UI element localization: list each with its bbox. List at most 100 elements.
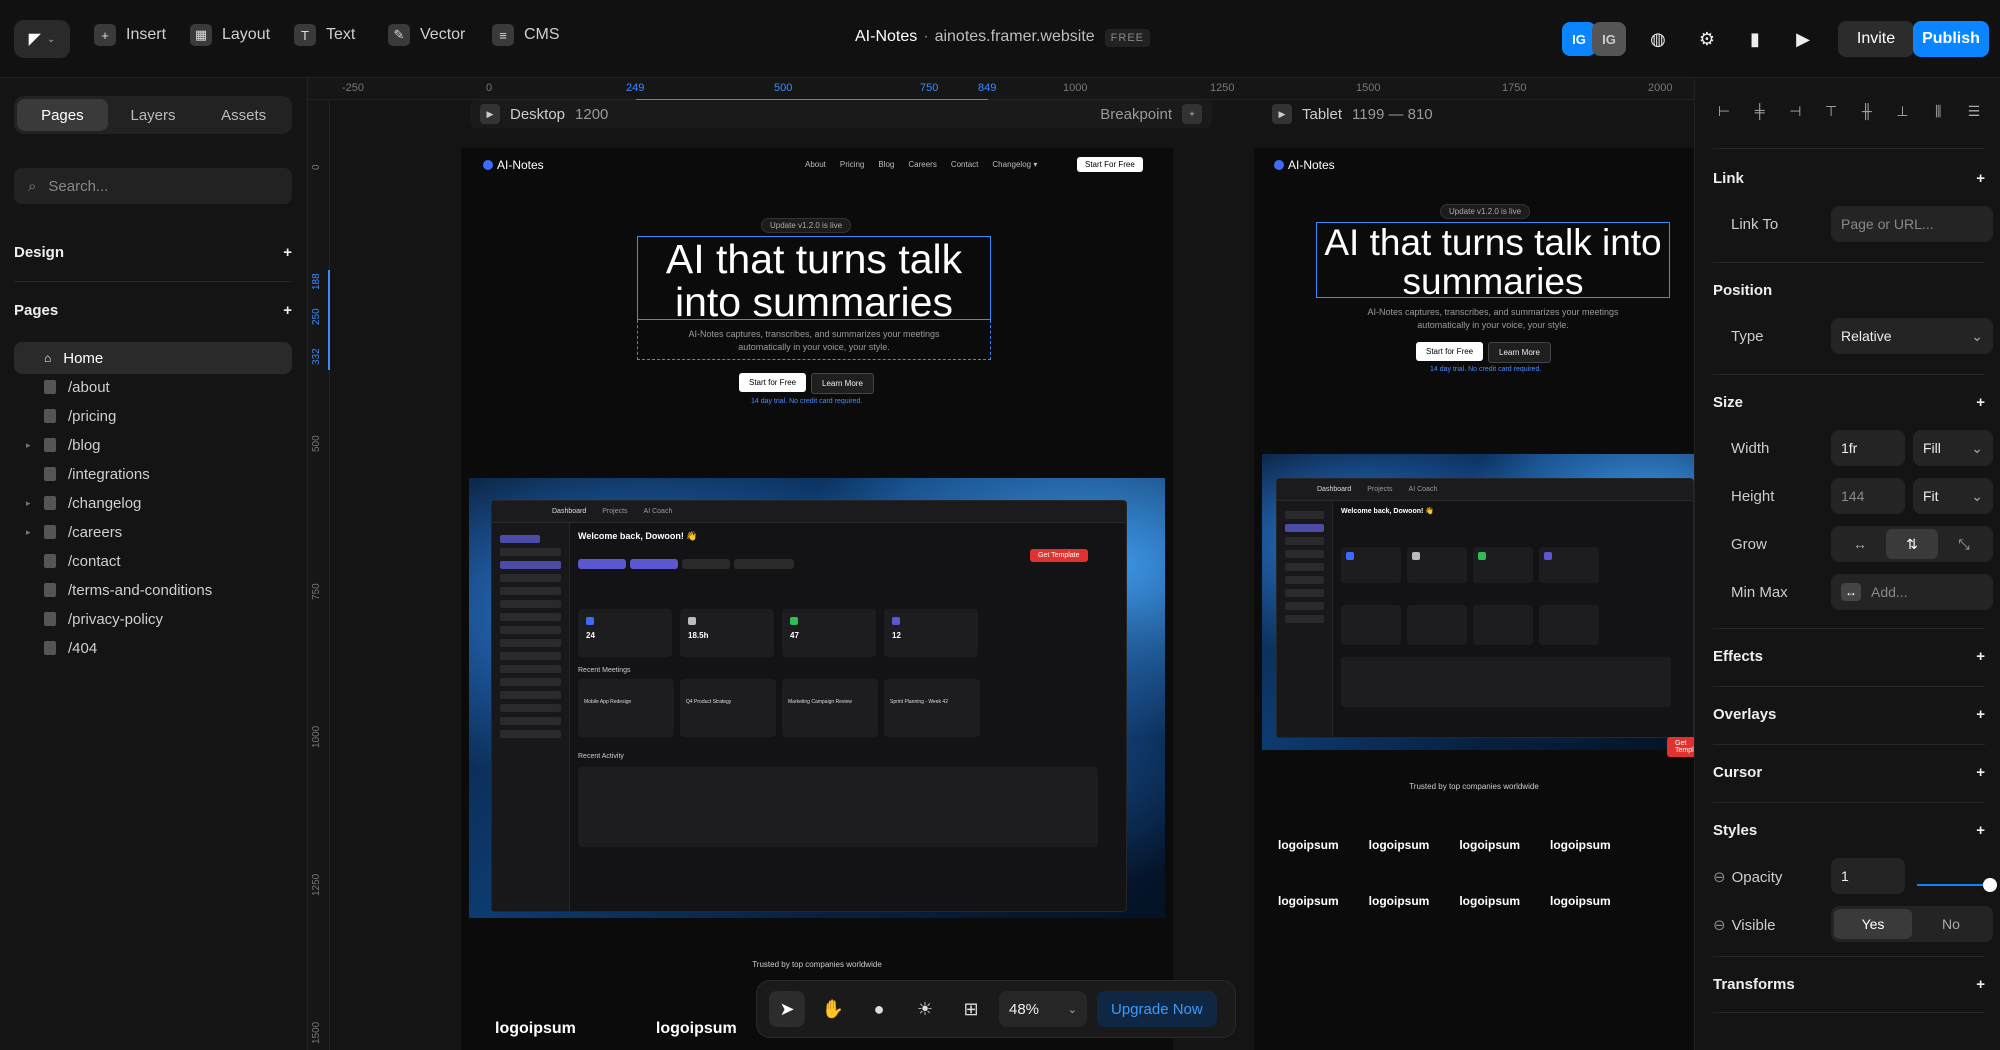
cms-button[interactable]: ≡ CMS [492,24,560,46]
height-input[interactable]: 144 [1831,478,1905,514]
play-icon[interactable]: ▶ [1272,104,1292,124]
avatar[interactable]: IG [1562,22,1596,56]
hand-pan-icon[interactable]: ✋ [815,991,851,1027]
tab-assets[interactable]: Assets [198,99,289,131]
width-input[interactable]: 1fr [1831,430,1905,466]
get-template-badge[interactable]: Get Template [1030,549,1088,562]
search-input[interactable]: ⌕ Search... [14,168,292,204]
cursor-select-icon[interactable]: ➤ [769,991,805,1027]
add-breakpoint-plus-icon[interactable]: + [1182,104,1202,124]
add-page-plus-icon[interactable]: + [283,302,292,319]
hero-heading[interactable]: AI that turns talk into summaries [1316,223,1670,302]
add-transform-plus-icon[interactable]: + [1976,976,1985,993]
update-pill[interactable]: Update v1.2.0 is live [761,218,852,233]
tab-layers[interactable]: Layers [108,99,199,131]
add-size-plus-icon[interactable]: + [1976,394,1985,411]
add-style-plus-icon[interactable]: + [1976,822,1985,839]
page-item-pricing[interactable]: /pricing [14,400,292,432]
insert-button[interactable]: + Insert [94,24,166,46]
canvas[interactable]: -250 0 249 500 750 849 1000 1250 1500 17… [308,78,1694,1050]
page-item-home[interactable]: ⌂ Home [14,342,292,374]
add-overlay-plus-icon[interactable]: + [1976,706,1985,723]
play-preview-icon[interactable]: ▶ [1786,22,1820,56]
width-mode-select[interactable]: Fill ⌄ [1913,430,1993,466]
project-title[interactable]: AI-Notes · ainotes.framer.website FREE [855,28,1150,47]
hero-start-button[interactable]: Start for Free [739,373,807,392]
align-right-icon[interactable]: ⊣ [1784,100,1806,122]
grow-vertical-icon[interactable]: ⇅ [1886,529,1938,559]
page-item-blog[interactable]: ▸/blog [14,429,292,461]
opacity-input[interactable]: 1 [1831,858,1905,894]
position-type-select[interactable]: Relative ⌄ [1831,318,1993,354]
add-link-plus-icon[interactable]: + [1976,170,1985,187]
globe-icon[interactable]: ◍ [1641,22,1675,56]
caret-right-icon[interactable]: ▸ [26,498,31,509]
opacity-slider-track[interactable] [1917,884,1989,886]
caret-right-icon[interactable]: ▸ [26,527,31,538]
comment-icon[interactable]: ● [861,991,897,1027]
framer-menu-button[interactable]: ◤ ⌄ [14,20,70,58]
page-item-changelog[interactable]: ▸/changelog [14,487,292,519]
align-left-icon[interactable]: ⊢ [1713,100,1735,122]
add-design-plus-icon[interactable]: + [283,244,292,261]
visible-yes-option[interactable]: Yes [1834,909,1912,939]
page-item-terms[interactable]: /terms-and-conditions [14,574,292,606]
zoom-select[interactable]: 48% ⌄ [999,991,1087,1027]
hero-learn-more-button[interactable]: Learn More [811,373,874,394]
link-to-input[interactable]: Page or URL... [1831,206,1993,242]
page-item-privacy[interactable]: /privacy-policy [14,603,292,635]
caret-right-icon[interactable]: ▸ [26,440,31,451]
get-template-badge[interactable]: Get Template [1667,737,1694,757]
grow-horizontal-icon[interactable]: ↔ [1834,529,1886,559]
page-item-contact[interactable]: /contact [14,545,292,577]
text-button[interactable]: T Text [294,24,355,46]
page-item-404[interactable]: /404 [14,632,292,664]
nav-cta-button[interactable]: Start For Free [1077,157,1143,172]
settings-icon[interactable]: ⚙ [1690,22,1724,56]
dashboard-tabs: Dashboard Projects AI Coach [1277,479,1693,501]
desktop-frame-label[interactable]: ▶ Desktop 1200 Breakpoint + [470,100,1212,128]
tablet-frame[interactable]: AI-Notes Update v1.2.0 is live AI that t… [1254,148,1694,1050]
nav-link[interactable]: Pricing [840,160,864,169]
add-effect-plus-icon[interactable]: + [1976,648,1985,665]
align-center-h-icon[interactable]: ╪ [1749,100,1771,122]
opacity-slider-knob[interactable] [1983,878,1997,892]
publish-button[interactable]: Publish [1913,21,1989,57]
align-center-v-icon[interactable]: ╫ [1856,100,1878,122]
invite-button[interactable]: Invite [1838,21,1914,57]
avatar[interactable]: IG [1592,22,1626,56]
theme-sun-icon[interactable]: ☀ [907,991,943,1027]
analytics-icon[interactable]: ▮ [1738,22,1772,56]
nav-link[interactable]: Changelog ▾ [992,160,1037,169]
trial-note: 14 day trial. No credit card required. [1430,366,1542,373]
visible-no-option[interactable]: No [1912,909,1990,939]
nav-link[interactable]: Contact [951,160,979,169]
align-top-icon[interactable]: ⊤ [1820,100,1842,122]
company-logo: logoipsum [1550,894,1611,908]
align-bottom-icon[interactable]: ⊥ [1892,100,1914,122]
upgrade-now-button[interactable]: Upgrade Now [1097,991,1217,1027]
hero-start-button[interactable]: Start for Free [1416,342,1484,361]
hero-heading[interactable]: AI that turns talk into summaries [637,237,991,324]
add-cursor-plus-icon[interactable]: + [1976,764,1985,781]
page-item-about[interactable]: /about [14,371,292,403]
tab-pages[interactable]: Pages [17,99,108,131]
hero-learn-more-button[interactable]: Learn More [1488,342,1551,363]
min-max-input[interactable]: ↔ Add... [1831,574,1993,610]
distribute-h-icon[interactable]: ⫼ [1927,100,1949,122]
vector-button[interactable]: ✎ Vector [388,24,465,46]
tablet-frame-label[interactable]: ▶ Tablet 1199 — 810 [1262,100,1694,128]
nav-link[interactable]: About [805,160,826,169]
height-mode-select[interactable]: Fit ⌄ [1913,478,1993,514]
nav-link[interactable]: Careers [908,160,936,169]
components-grid-icon[interactable]: ⊞ [953,991,989,1027]
nav-link[interactable]: Blog [878,160,894,169]
grow-both-icon[interactable]: ⤡ [1938,529,1990,559]
page-item-careers[interactable]: ▸/careers [14,516,292,548]
play-icon[interactable]: ▶ [480,104,500,124]
page-item-integrations[interactable]: /integrations [14,458,292,490]
update-pill[interactable]: Update v1.2.0 is live [1440,204,1531,219]
layout-button[interactable]: ▦ Layout [190,24,270,46]
distribute-v-icon[interactable]: ☰ [1963,100,1985,122]
desktop-frame[interactable]: AI-Notes About Pricing Blog Careers Cont… [461,148,1173,1050]
